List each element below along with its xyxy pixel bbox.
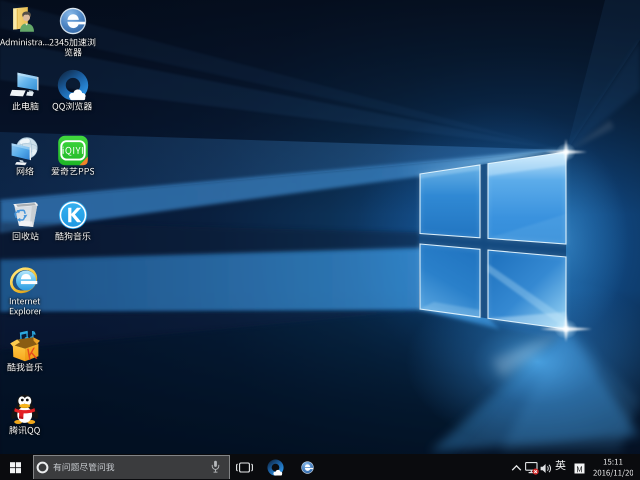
system-tray: 英 M 15:11 2016/11/20 — [509, 454, 640, 480]
speaker-icon — [540, 463, 552, 474]
recycle-bin-icon — [9, 199, 41, 231]
browser-2345-icon — [57, 5, 89, 37]
desktop-icon-label: 腾讯QQ — [9, 426, 40, 436]
qq-browser-icon — [57, 69, 89, 101]
desktop-icon-qq-browser[interactable]: QQ浏览器 — [45, 69, 101, 112]
chevron-up-icon — [511, 464, 522, 472]
tray-clock[interactable]: 15:11 2016/11/20 — [591, 456, 635, 478]
ime-language-glyphs — [555, 458, 566, 477]
taskbar-search-box[interactable]: 有问题尽管问我 — [33, 455, 230, 479]
tencent-qq-icon — [9, 393, 41, 425]
desktop-icon-label: 酷狗音乐 — [55, 232, 91, 242]
taskbar-icon-qq-browser[interactable] — [259, 454, 292, 480]
tray-network-status[interactable] — [524, 460, 539, 475]
desktop-icon-label: QQ浏览器 — [52, 102, 92, 112]
tray-volume[interactable] — [539, 461, 553, 474]
task-view-icon — [236, 461, 253, 474]
desktop-icon-label: Internet Explorer — [9, 297, 42, 316]
taskbar: 有问题尽管问我 — [0, 454, 640, 480]
windows-desktop: Administra... 2345加速浏览器 此电脑 QQ浏览器 网络 爱奇艺… — [0, 0, 640, 480]
tray-ime-mode[interactable]: M — [568, 461, 591, 474]
microphone-icon[interactable] — [211, 460, 220, 474]
iqiyi-pps-icon — [57, 134, 89, 166]
desktop-icon-internet-explorer[interactable]: Internet Explorer — [0, 264, 53, 316]
user-folder-icon — [9, 5, 41, 37]
this-pc-icon — [9, 69, 41, 101]
desktop-icon-label: 2345加速浏览器 — [49, 38, 96, 58]
desktop-icon-label: 爱奇艺PPS — [51, 167, 95, 177]
desktop-icon-label: 网络 — [16, 167, 34, 177]
qq-browser-taskbar-icon — [267, 459, 284, 476]
task-view-button[interactable] — [230, 454, 259, 480]
desktop-icon-kugou-music[interactable]: 酷狗音乐 — [45, 199, 101, 242]
start-button[interactable] — [0, 454, 33, 480]
2345-browser-taskbar-icon — [300, 460, 315, 475]
internet-explorer-icon — [9, 264, 41, 296]
tray-show-hidden-icons[interactable] — [509, 462, 524, 472]
kugou-music-icon — [57, 199, 89, 231]
clock-date: 2016/11/20 — [591, 469, 635, 478]
network-disconnected-icon — [525, 462, 539, 475]
desktop-icon-label: 回收站 — [12, 232, 39, 242]
desktop-icon-label: 此电脑 — [12, 102, 39, 112]
tray-ime-language[interactable]: 英 — [553, 456, 568, 477]
search-placeholder-glyphs — [53, 463, 229, 473]
clock-time: 15:11 — [591, 458, 635, 467]
desktop-icon-kuwo-music[interactable]: 酷我音乐 — [0, 330, 53, 373]
desktop-icon-tencent-qq[interactable]: 腾讯QQ — [0, 393, 53, 436]
desktop-icon-label: Administra... — [0, 38, 49, 48]
desktop-icon-2345-explorer[interactable]: 2345加速浏览器 — [45, 5, 101, 58]
desktop-icon-label: 酷我音乐 — [7, 363, 43, 373]
network-icon — [9, 134, 41, 166]
cortana-icon — [36, 461, 49, 474]
windows-logo-icon — [9, 461, 22, 474]
ime-mode-icon — [574, 463, 585, 474]
desktop-icon-iqiyi-pps[interactable]: 爱奇艺PPS — [45, 134, 101, 177]
kuwo-music-icon — [9, 330, 41, 362]
taskbar-icon-2345-browser[interactable] — [292, 454, 323, 480]
